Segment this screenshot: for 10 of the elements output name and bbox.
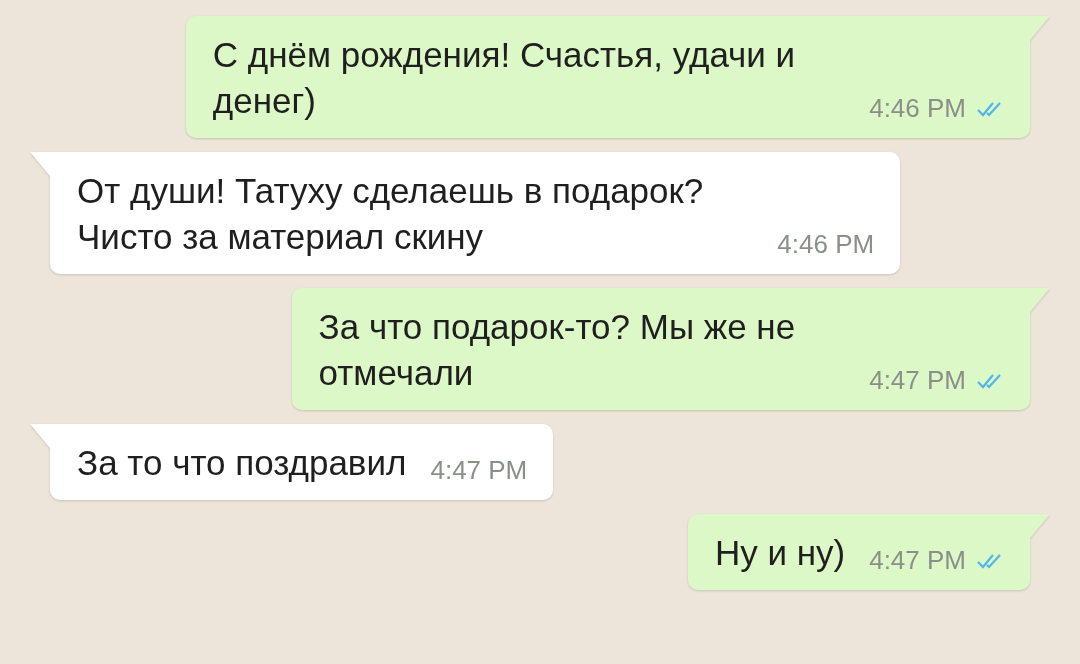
message-text: Ну и ну) <box>714 532 846 574</box>
message-time: 4:47 PM <box>869 545 966 576</box>
message-text: За что подарок-то? Мы же не отмечали <box>318 306 796 394</box>
message-text: От души! Татуху сделаешь в подарок? Чисто за материал скину <box>77 170 704 258</box>
message-text: С днём рождения! Счастья, удачи и денег) <box>212 34 796 122</box>
message-text: За то что поздравил <box>77 442 407 484</box>
message-time: 4:46 PM <box>869 93 966 124</box>
message-time: 4:47 PM <box>869 365 966 396</box>
message-time: 4:47 PM <box>430 455 528 486</box>
message-time: 4:46 PM <box>777 229 875 260</box>
